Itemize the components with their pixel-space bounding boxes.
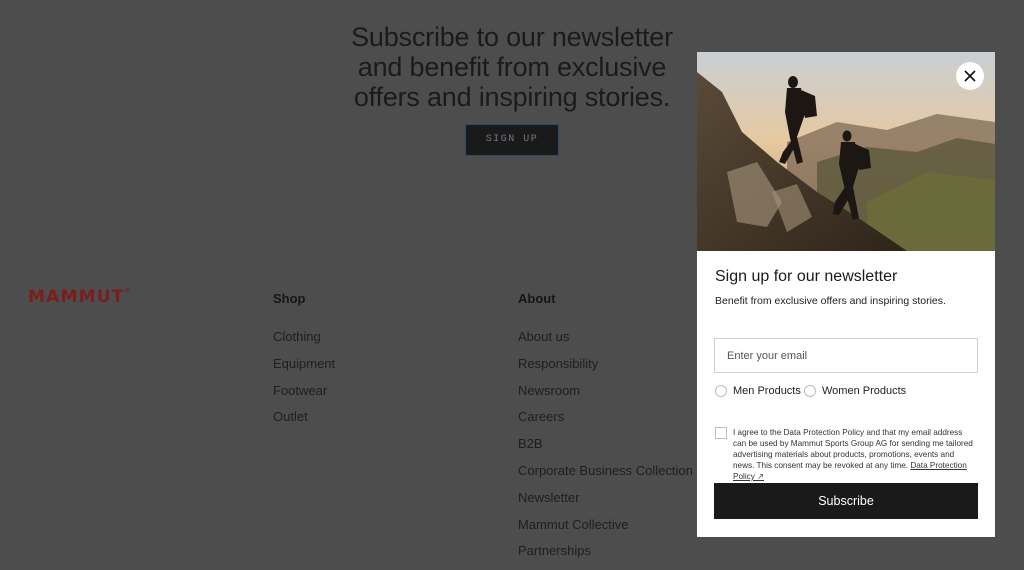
footer-column-shop: Shop Clothing Equipment Footwear Outlet [273,291,335,436]
modal-title: Sign up for our newsletter [715,268,898,285]
footer-heading-shop: Shop [273,291,306,306]
radio-circle[interactable] [715,385,727,397]
email-input[interactable] [714,338,978,373]
footer-link-outlet[interactable]: Outlet [273,409,335,436]
footer-link-partnerships[interactable]: Partnerships [518,543,693,570]
modal-subtitle: Benefit from exclusive offers and inspir… [715,295,946,307]
hero-sign-up-button[interactable]: SIGN UP [465,124,559,156]
consent-checkbox[interactable] [715,427,727,439]
footer-heading-about: About [518,291,556,306]
consent-text: I agree to the Data Protection Policy an… [733,427,975,482]
subscribe-button[interactable]: Subscribe [714,483,978,519]
radio-circle[interactable] [804,385,816,397]
footer-link-footwear[interactable]: Footwear [273,383,335,410]
logo-registered-mark: ® [124,287,131,294]
close-icon [964,70,976,82]
radio-label-men: Men Products [733,385,801,397]
footer-link-equipment[interactable]: Equipment [273,356,335,383]
logo-text: MAMMUT [28,287,125,307]
footer-link-b2b[interactable]: B2B [518,436,693,463]
footer-link-careers[interactable]: Careers [518,409,693,436]
footer-link-corporate-business-collection[interactable]: Corporate Business Collection [518,463,693,490]
footer-link-newsroom[interactable]: Newsroom [518,383,693,410]
footer-link-newsletter[interactable]: Newsletter [518,490,693,517]
radio-label-women: Women Products [822,385,907,397]
mountain-photo-graphic [697,52,995,251]
footer-link-mammut-collective[interactable]: Mammut Collective [518,517,693,544]
newsletter-modal: Sign up for our newsletter Benefit from … [697,52,995,537]
footer-link-clothing[interactable]: Clothing [273,329,335,356]
hero-title: Subscribe to our newsletter and benefit … [351,22,673,112]
footer-link-about-us[interactable]: About us [518,329,693,356]
radio-women-products[interactable]: Women Products [804,385,906,397]
mammut-logo[interactable]: MAMMUT® [28,287,131,307]
radio-men-products[interactable]: Men Products [715,385,801,397]
footer-link-responsibility[interactable]: Responsibility [518,356,693,383]
hikers-mountain-photo [697,52,995,251]
footer-column-about: About About us Responsibility Newsroom C… [518,291,693,570]
close-button[interactable] [956,62,984,90]
